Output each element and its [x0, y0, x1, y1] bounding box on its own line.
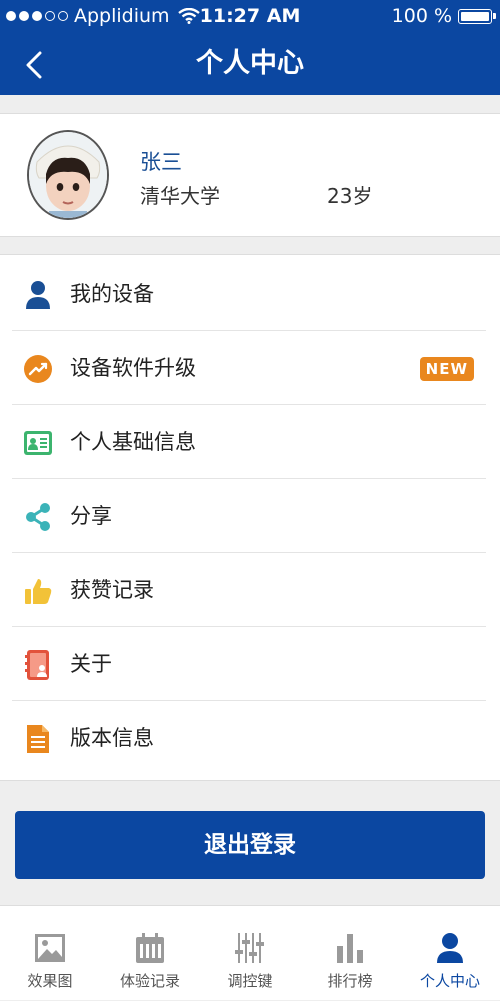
- header-bar: Applidium 11:27 AM 100 % 个人中心: [0, 0, 500, 95]
- tab-effects[interactable]: 效果图: [0, 906, 100, 1001]
- share-icon: [22, 501, 54, 533]
- profile-name: 张三: [140, 150, 182, 174]
- menu-list: 我的设备 设备软件升级 NEW 个人基础信息 分享 获赞记录 关于 版本信息: [0, 254, 500, 781]
- profile-card[interactable]: 张三 清华大学 23岁: [0, 113, 500, 237]
- tab-ranking[interactable]: 排行榜: [300, 906, 400, 1001]
- document-icon: [22, 723, 54, 755]
- upgrade-icon: [22, 353, 54, 385]
- page-title: 个人中心: [196, 48, 304, 79]
- tab-label: 效果图: [27, 972, 73, 990]
- new-badge: NEW: [419, 357, 474, 381]
- person-icon: [430, 928, 470, 968]
- menu-item-share[interactable]: 分享: [0, 479, 500, 553]
- tab-label: 体验记录: [119, 972, 180, 990]
- calendar-icon: [130, 928, 170, 968]
- menu-item-label: 版本信息: [70, 726, 154, 750]
- battery-icon: [458, 8, 496, 24]
- menu-item-basic-info[interactable]: 个人基础信息: [0, 405, 500, 479]
- menu-item-likes[interactable]: 获赞记录: [0, 553, 500, 627]
- menu-item-about[interactable]: 关于: [0, 627, 500, 701]
- tab-label: 调控键: [227, 972, 273, 990]
- menu-item-label: 关于: [70, 652, 112, 676]
- menu-item-software-upgrade[interactable]: 设备软件升级 NEW: [0, 331, 500, 405]
- bar-chart-icon: [330, 928, 370, 968]
- menu-item-version[interactable]: 版本信息: [0, 701, 500, 775]
- profile-school: 清华大学: [140, 184, 220, 208]
- battery-percent: 100 %: [391, 5, 452, 27]
- status-right: 100 %: [391, 0, 496, 32]
- thumbs-up-icon: [22, 575, 54, 607]
- tab-profile[interactable]: 个人中心: [400, 906, 500, 1001]
- menu-item-label: 分享: [70, 504, 112, 528]
- user-icon: [22, 279, 54, 311]
- avatar-image: [29, 132, 107, 218]
- menu-item-label: 我的设备: [70, 282, 154, 306]
- profile-age: 23岁: [327, 184, 373, 208]
- sliders-icon: [230, 928, 270, 968]
- menu-item-my-devices[interactable]: 我的设备: [0, 257, 500, 331]
- tab-bar: 效果图 体验记录 调控键 排行榜 个人中心: [0, 905, 500, 1000]
- about-icon: [22, 649, 54, 681]
- tab-label: 个人中心: [419, 972, 480, 990]
- avatar[interactable]: [27, 130, 109, 220]
- menu-item-label: 个人基础信息: [70, 430, 196, 454]
- tab-label: 排行榜: [327, 972, 373, 990]
- status-bar: Applidium 11:27 AM 100 %: [0, 0, 500, 32]
- logout-button[interactable]: 退出登录: [15, 811, 485, 879]
- id-card-icon: [22, 427, 54, 459]
- menu-item-label: 获赞记录: [70, 578, 154, 602]
- menu-item-label: 设备软件升级: [70, 356, 196, 380]
- tab-experience[interactable]: 体验记录: [100, 906, 200, 1001]
- image-icon: [30, 928, 70, 968]
- tab-controls[interactable]: 调控键: [200, 906, 300, 1001]
